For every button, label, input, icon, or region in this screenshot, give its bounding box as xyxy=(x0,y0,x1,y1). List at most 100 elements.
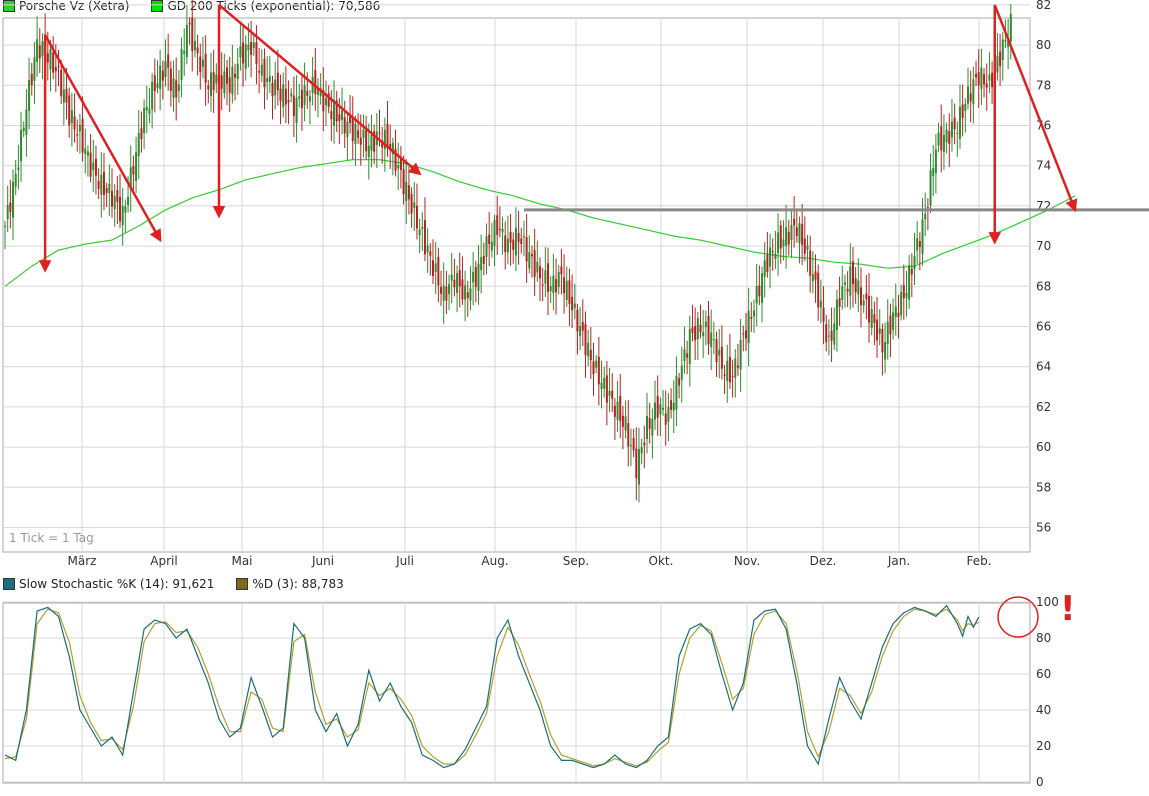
candle-body xyxy=(191,17,194,52)
candle-body xyxy=(726,360,729,381)
candle-body xyxy=(686,353,689,358)
candle-body xyxy=(306,90,309,96)
candle-body xyxy=(563,277,566,294)
candle-body xyxy=(482,255,485,264)
price-panel-frame xyxy=(2,17,1031,553)
candle-body xyxy=(798,223,801,243)
candle-body xyxy=(113,195,116,210)
candle-body xyxy=(680,365,683,380)
stochastic-y-axis: 0 20 40 60 80 100 xyxy=(1036,595,1059,789)
candle-body xyxy=(694,326,697,341)
candle-body xyxy=(135,152,138,181)
candle-body xyxy=(276,72,279,91)
candle-body xyxy=(964,103,967,111)
candle-body xyxy=(736,365,739,368)
candle-body xyxy=(632,438,635,451)
candle-body xyxy=(325,97,327,106)
y-tick-label: 64 xyxy=(1036,360,1051,374)
candle-body xyxy=(215,74,218,84)
candle-body xyxy=(456,273,459,293)
candle-body xyxy=(790,225,793,241)
candle-body xyxy=(432,260,434,277)
candle-body xyxy=(950,121,953,138)
candle-body xyxy=(544,270,547,284)
candle-body xyxy=(100,174,103,195)
candle-body xyxy=(351,117,354,142)
candle-body xyxy=(530,254,533,257)
candle-body xyxy=(266,78,269,82)
exclamation-mark: ! xyxy=(1060,589,1076,629)
candle-body xyxy=(284,88,287,105)
candle-body xyxy=(386,123,389,149)
candle-body xyxy=(287,99,290,103)
candle-body xyxy=(827,335,830,337)
candle-body xyxy=(573,303,576,308)
candle-body xyxy=(86,151,89,156)
candle-body xyxy=(889,315,892,335)
candle-body xyxy=(260,64,263,76)
candle-body xyxy=(975,73,978,78)
candle-body xyxy=(734,358,737,378)
candle-body xyxy=(704,321,707,327)
candle-body xyxy=(333,102,336,126)
candle-body xyxy=(108,183,111,194)
candle-body xyxy=(105,188,108,193)
candle-body xyxy=(552,275,555,293)
candle-body xyxy=(153,75,156,92)
candle-body xyxy=(758,285,761,297)
candle-body xyxy=(415,205,418,229)
candle-body xyxy=(437,257,440,286)
x-tick-label: Nov. xyxy=(734,554,760,568)
candle-body xyxy=(589,349,592,361)
candle-body xyxy=(592,361,595,375)
candle-body xyxy=(651,418,654,436)
candle-body xyxy=(747,310,750,344)
candle-body xyxy=(25,109,28,135)
candle-body xyxy=(750,316,753,319)
candle-body xyxy=(646,415,648,440)
candle-body xyxy=(806,245,809,250)
candle-body xyxy=(958,106,961,139)
candle-body xyxy=(464,285,467,300)
candle-body xyxy=(916,237,919,251)
candle-body xyxy=(308,96,311,102)
candle-body xyxy=(547,263,550,292)
candle-body xyxy=(81,118,84,153)
candle-body xyxy=(362,129,365,138)
candle-body xyxy=(702,332,705,337)
candle-body xyxy=(14,173,17,187)
candle-body xyxy=(611,390,614,399)
candle-body xyxy=(370,134,373,151)
candle-body xyxy=(785,227,788,246)
candle-body xyxy=(851,261,854,285)
candle-body xyxy=(434,263,437,272)
candle-body xyxy=(89,152,92,177)
candle-body xyxy=(565,280,568,301)
candle-body xyxy=(860,287,862,306)
candle-body xyxy=(771,250,774,253)
candle-body xyxy=(137,133,140,157)
x-tick-label: Feb. xyxy=(966,554,991,568)
candle-body xyxy=(838,298,841,307)
candle-body xyxy=(865,293,868,299)
stock-chart: März April Mai Juni Juli Aug. Sep. Okt. Nov. Dez.… xyxy=(2,0,1149,789)
candle-body xyxy=(707,315,710,345)
candle-body xyxy=(4,226,6,227)
candle-body xyxy=(905,292,908,298)
candle-body xyxy=(830,330,833,341)
candle-body xyxy=(621,415,624,427)
candle-body xyxy=(17,167,20,170)
candle-body xyxy=(803,238,806,254)
y-tick-label: 68 xyxy=(1036,279,1051,293)
candle-body xyxy=(76,134,79,136)
candle-body xyxy=(504,235,507,253)
candle-body xyxy=(603,377,606,389)
candle-body xyxy=(795,227,798,236)
candle-body xyxy=(613,405,616,417)
candle-body xyxy=(635,448,638,479)
candle-body xyxy=(835,299,838,331)
candle-body xyxy=(490,241,493,251)
candle-body xyxy=(234,73,237,78)
candle-body xyxy=(560,266,563,275)
x-tick-label: Okt. xyxy=(649,554,674,568)
